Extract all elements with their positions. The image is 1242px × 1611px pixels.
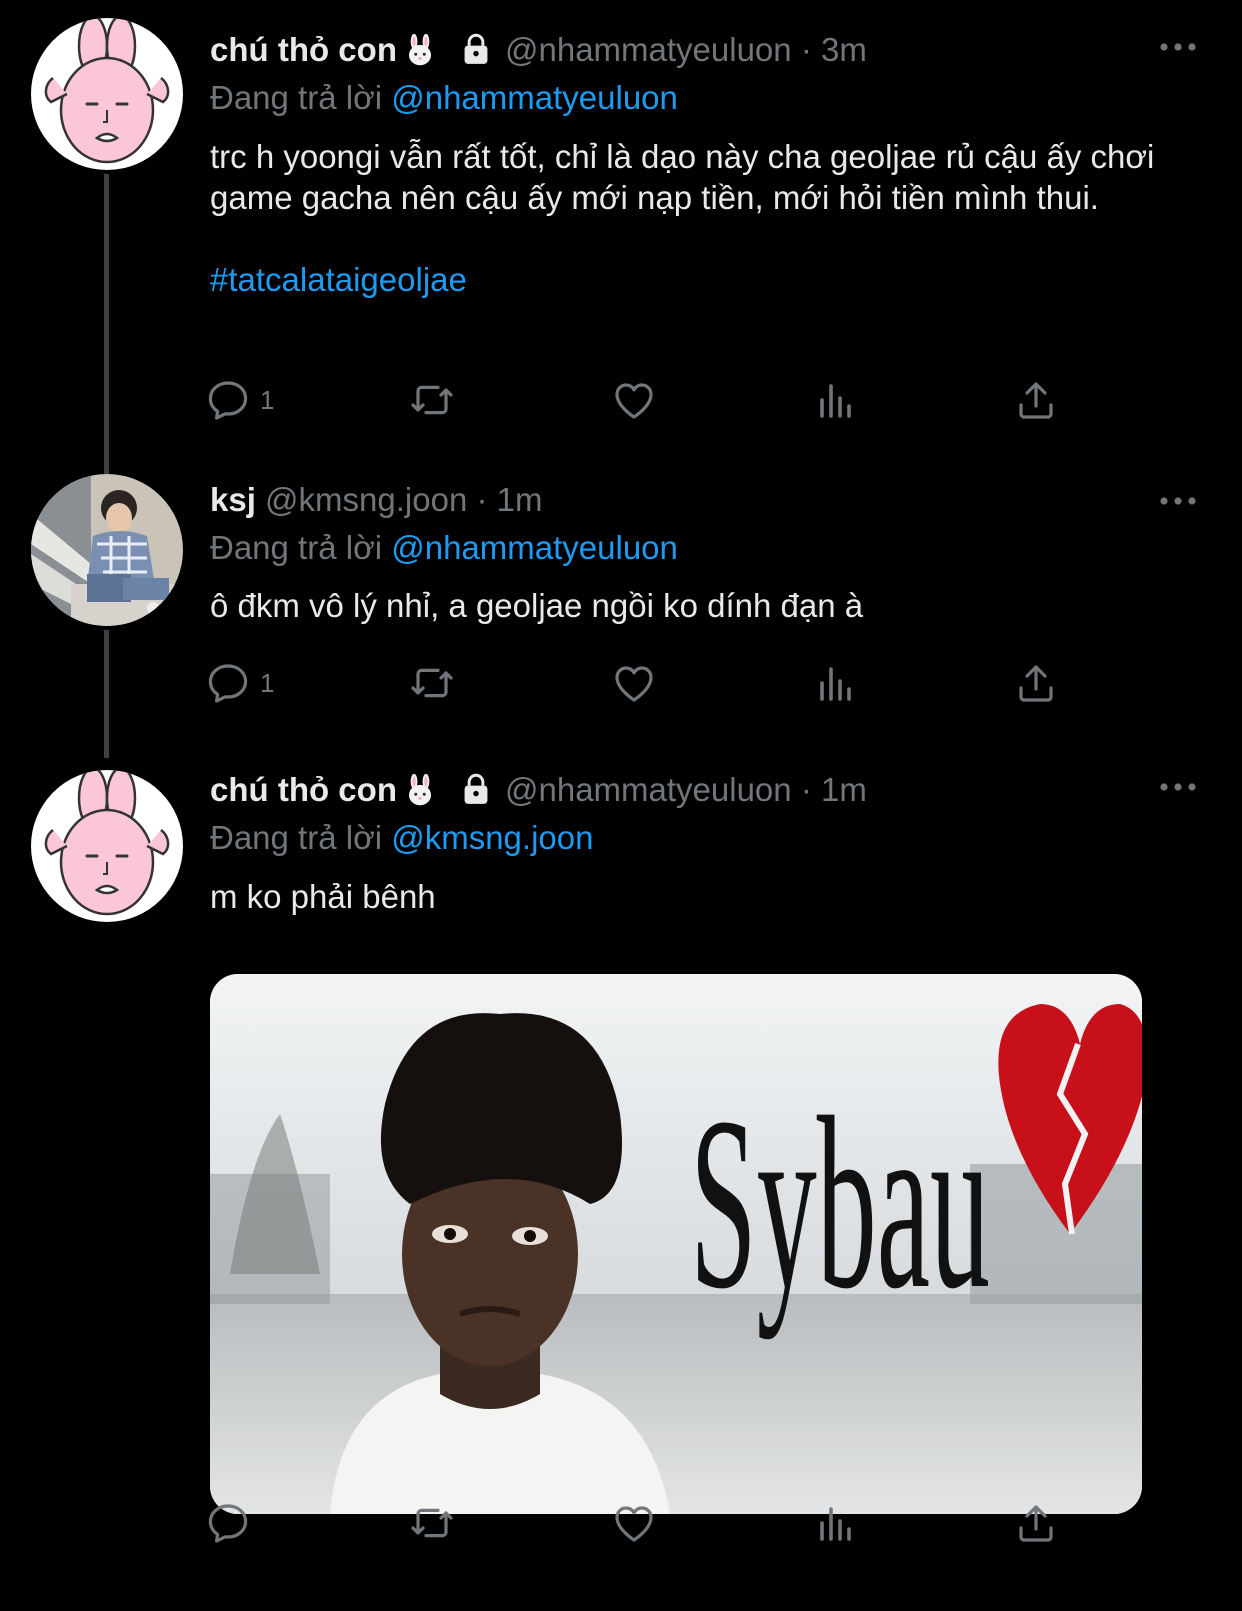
share-icon [1012,1499,1060,1547]
replying-to: Đang trả lời @kmsng.joon [210,818,593,858]
user-handle[interactable]: @nhammatyeuluon [505,31,792,68]
analytics-icon [812,376,860,424]
tweet-1[interactable]: chú thỏ con @nhammatyeuluon · 3m Đang trả… [0,18,1242,474]
display-name[interactable]: chú thỏ con [210,31,397,68]
share-button[interactable] [1012,1498,1060,1548]
reply-icon [204,1499,252,1547]
avatar-image [31,474,183,626]
mention-link[interactable]: @kmsng.joon [391,819,593,856]
share-button[interactable] [1012,375,1060,425]
heart-icon [610,376,658,424]
display-name[interactable]: chú thỏ con [210,771,397,808]
tweet-header: chú thỏ con @nhammatyeuluon · 1m [210,770,867,816]
lock-icon [461,773,491,814]
timestamp[interactable]: 1m [821,771,867,808]
retweet-button[interactable] [408,1498,456,1548]
tweet-2[interactable]: ksj @kmsng.joon · 1m Đang trả lời @nhamm… [0,480,1242,758]
retweet-icon [408,659,456,707]
avatar[interactable] [31,18,183,170]
thread-line [104,630,109,758]
tweet-text: trc h yoongi vẫn rất tốt, chỉ là dạo này… [210,136,1200,300]
more-icon[interactable] [1158,40,1198,60]
separator-dot: · [476,481,488,518]
rabbit-emoji [403,773,437,816]
lock-icon [461,33,491,74]
avatar-image [31,18,183,170]
avatar[interactable] [31,770,183,922]
timestamp[interactable]: 3m [821,31,867,68]
share-button[interactable] [1012,658,1060,708]
meme-image: Sybau [210,974,1142,1514]
tweet-text-content: trc h yoongi vẫn rất tốt, chỉ là dạo này… [210,138,1155,216]
more-icon[interactable] [1158,494,1198,514]
reply-count: 1 [260,384,275,415]
media-caption: Sybau [690,1066,990,1340]
display-name[interactable]: ksj [210,481,256,518]
tweet-text: m ko phải bênh [210,876,1200,917]
replying-prefix: Đang trả lời [210,529,383,566]
like-button[interactable] [610,1498,658,1548]
timestamp[interactable]: 1m [497,481,543,518]
analytics-icon [812,1499,860,1547]
views-button[interactable] [812,1498,860,1548]
avatar-image [31,770,183,922]
heart-icon [610,1499,658,1547]
tweet-text-content: ô đkm vô lý nhỉ, a geoljae ngồi ko dính … [210,587,864,624]
retweet-icon [408,1499,456,1547]
reply-button[interactable]: 1 [204,375,274,425]
like-button[interactable] [610,658,658,708]
separator-dot: · [800,31,812,68]
like-button[interactable] [610,375,658,425]
reply-button[interactable]: 1 [204,658,274,708]
replying-prefix: Đang trả lời [210,79,383,116]
retweet-button[interactable] [408,658,456,708]
avatar[interactable] [31,474,183,626]
hashtag-link[interactable]: #tatcalataigeoljae [210,259,1200,300]
more-icon[interactable] [1158,780,1198,800]
reply-icon [204,659,252,707]
retweet-icon [408,376,456,424]
tweet-header: ksj @kmsng.joon · 1m [210,480,543,520]
replying-prefix: Đang trả lời [210,819,383,856]
tweet-media-image[interactable]: Sybau [210,974,1142,1514]
reply-icon [204,376,252,424]
action-bar [210,1498,1110,1548]
analytics-icon [812,659,860,707]
tweet-text: ô đkm vô lý nhỉ, a geoljae ngồi ko dính … [210,585,1200,626]
mention-link[interactable]: @nhammatyeuluon [391,529,678,566]
action-bar: 1 [210,375,1110,425]
views-button[interactable] [812,375,860,425]
share-icon [1012,376,1060,424]
action-bar: 1 [210,658,1110,708]
separator-dot: · [800,771,812,808]
rabbit-emoji [403,33,437,76]
user-handle[interactable]: @kmsng.joon [265,481,467,518]
views-button[interactable] [812,658,860,708]
thread-line [104,174,109,474]
replying-to: Đang trả lời @nhammatyeuluon [210,78,678,118]
tweet-3[interactable]: chú thỏ con @nhammatyeuluon · 1m Đang trả… [0,776,1242,1611]
replying-to: Đang trả lời @nhammatyeuluon [210,528,678,568]
user-handle[interactable]: @nhammatyeuluon [505,771,792,808]
mention-link[interactable]: @nhammatyeuluon [391,79,678,116]
reply-count: 1 [260,667,275,698]
heart-icon [610,659,658,707]
reply-button[interactable] [204,1498,252,1548]
tweet-header: chú thỏ con @nhammatyeuluon · 3m [210,30,867,76]
share-icon [1012,659,1060,707]
retweet-button[interactable] [408,375,456,425]
tweet-text-content: m ko phải bênh [210,878,436,915]
